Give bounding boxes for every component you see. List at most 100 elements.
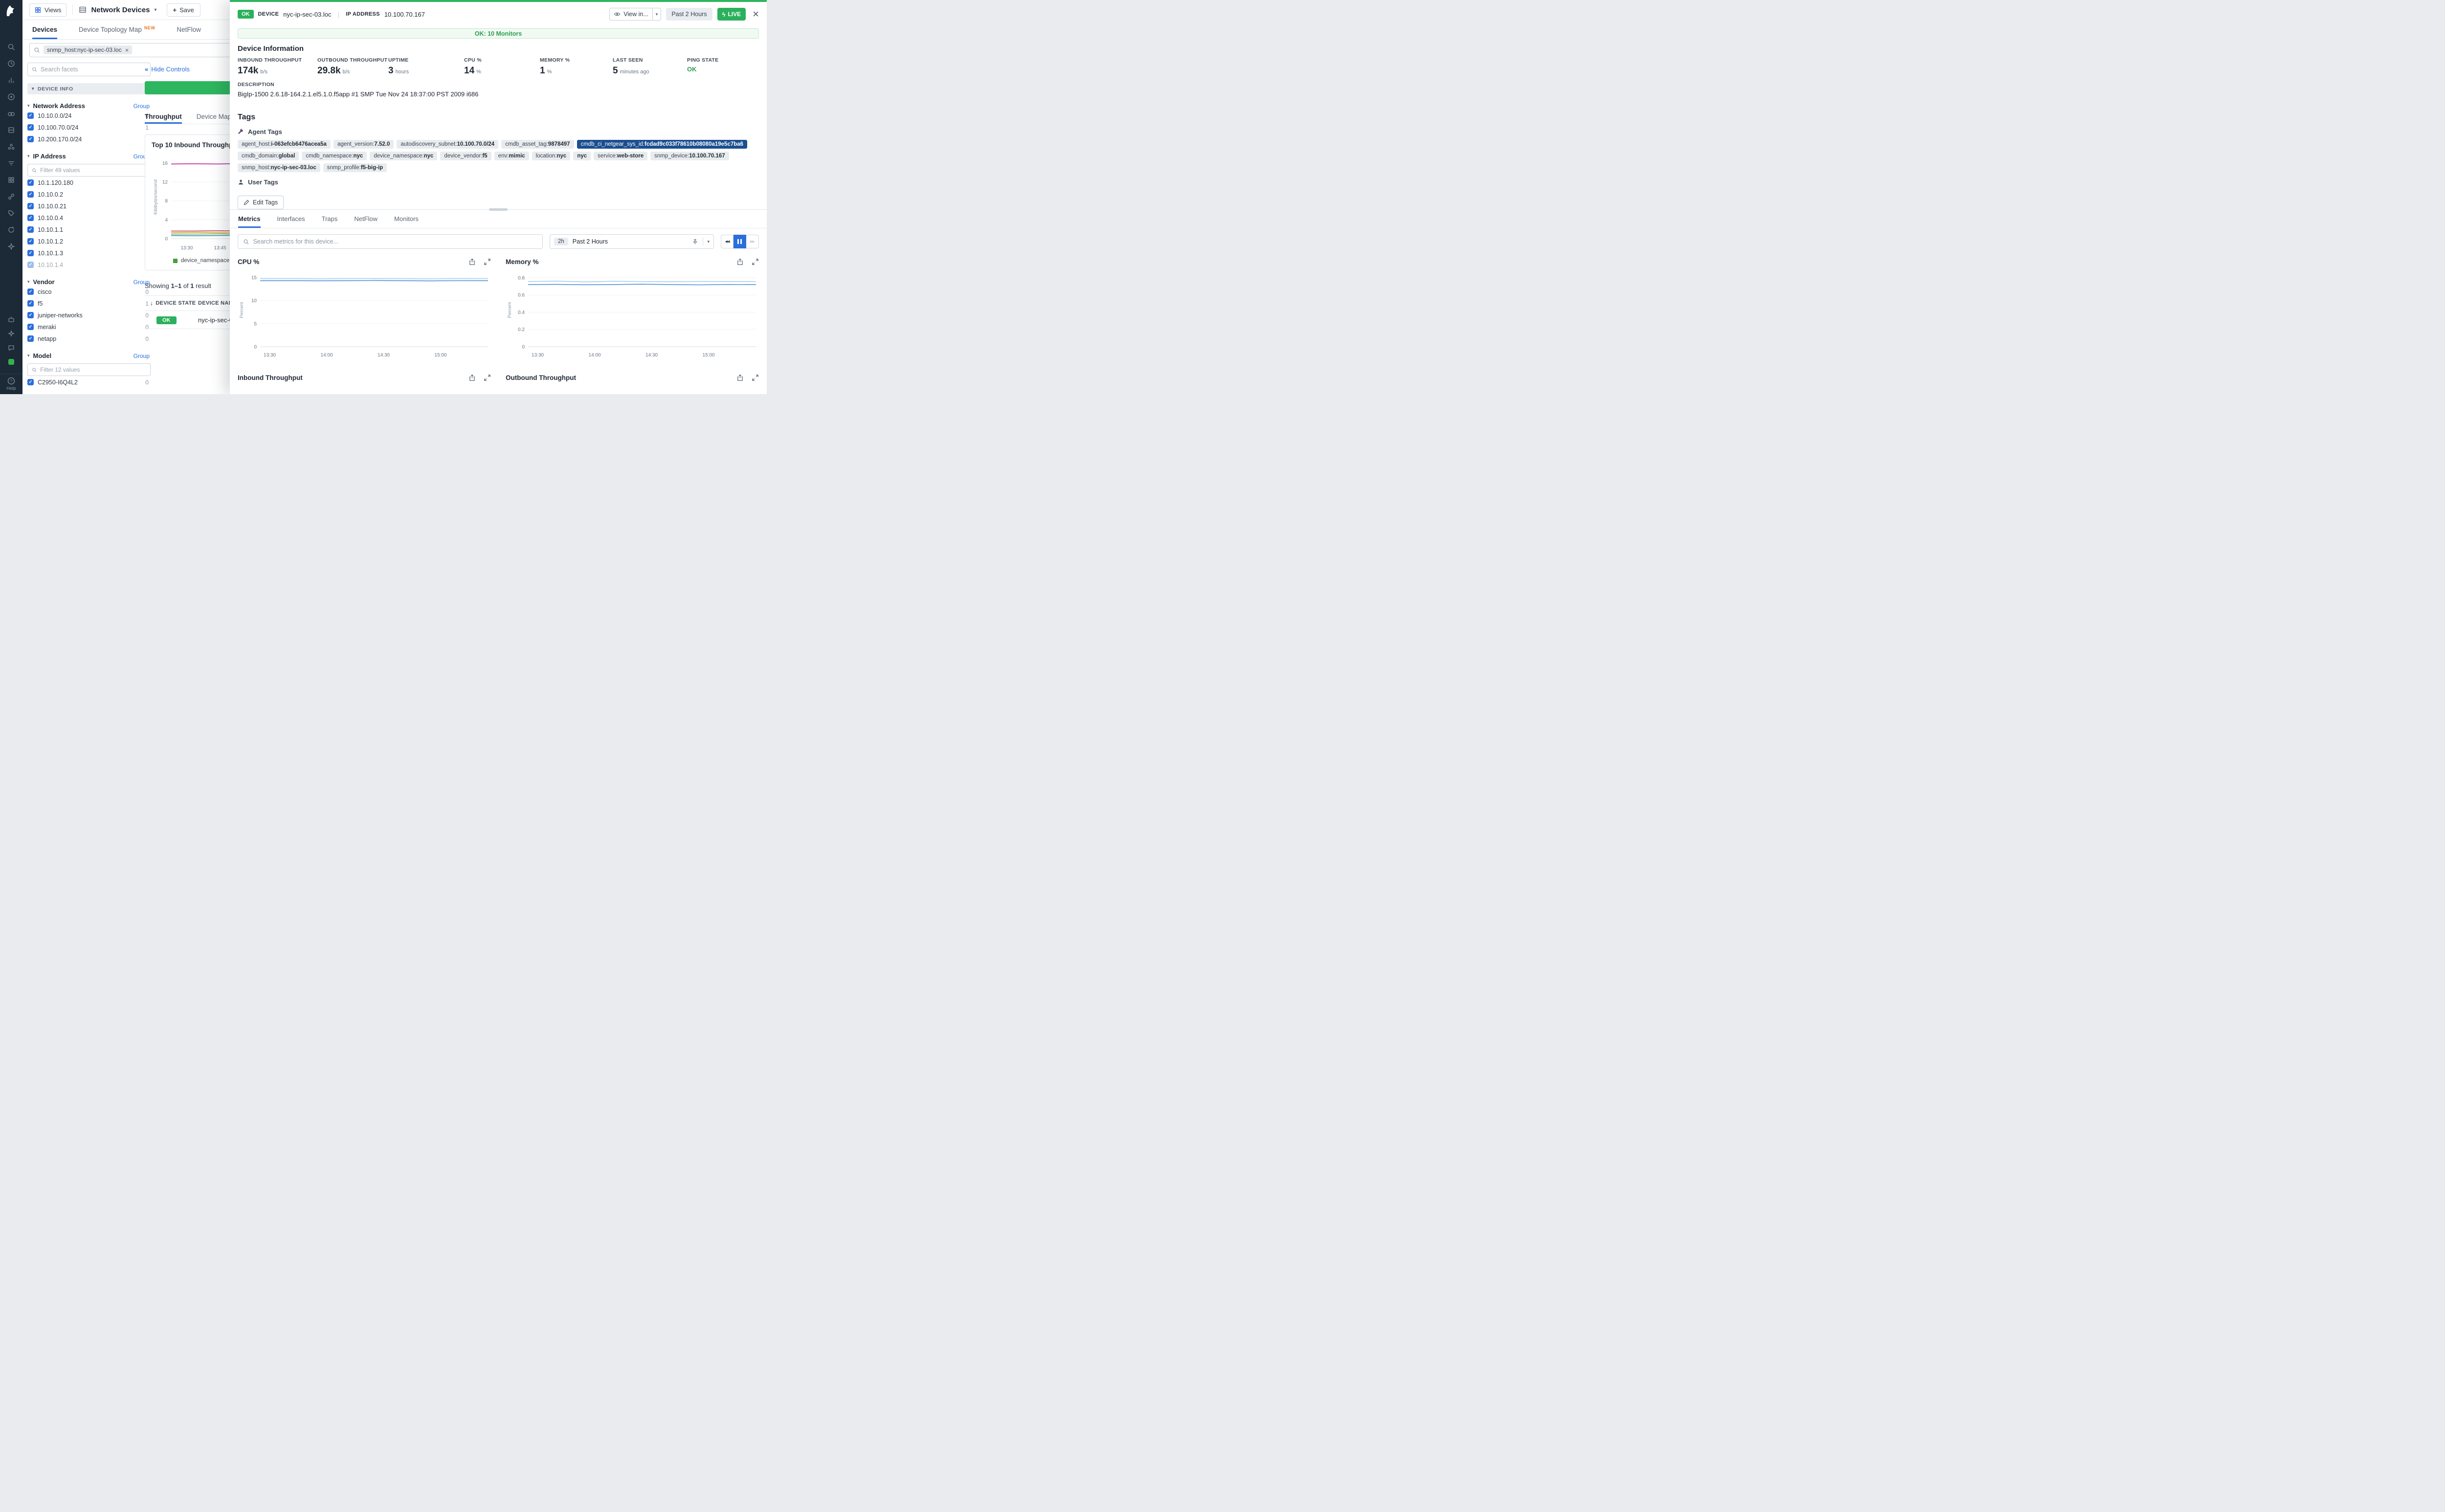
hide-controls-link[interactable]: « Hide Controls xyxy=(145,66,190,73)
export-icon[interactable] xyxy=(736,258,744,266)
time-range-chip[interactable]: Past 2 Hours xyxy=(666,8,712,21)
tag-chip[interactable]: service:web-store xyxy=(594,152,647,160)
inventory-icon[interactable] xyxy=(7,126,15,134)
export-icon[interactable] xyxy=(736,374,744,381)
tag-chip[interactable]: device_vendor:f5 xyxy=(440,152,491,160)
tag-chip[interactable]: cmdb_asset_tag:9878497 xyxy=(501,140,574,149)
help-button[interactable]: ? Help xyxy=(0,374,22,391)
facet-group-header[interactable]: ▾IP AddressGroup xyxy=(27,153,151,160)
checkbox-checked[interactable]: ✓ xyxy=(27,124,34,131)
tags-icon[interactable] xyxy=(7,209,15,217)
chevron-down-icon[interactable]: ▾ xyxy=(703,237,710,246)
facet-filter[interactable] xyxy=(27,363,151,376)
facet-search[interactable] xyxy=(27,63,151,76)
facet-item[interactable]: ✓10.10.1.30 xyxy=(27,247,151,259)
checkbox-checked[interactable]: ✓ xyxy=(27,300,34,307)
metrics-tab-monitors[interactable]: Monitors xyxy=(394,210,419,228)
tag-chip[interactable]: agent_host:i-063efcb6476acea5a xyxy=(238,140,331,149)
facet-item[interactable]: ✓10.10.1.20 xyxy=(27,236,151,247)
metrics-tab-traps[interactable]: Traps xyxy=(322,210,338,228)
facet-item[interactable]: ✓10.10.1.10 xyxy=(27,224,151,235)
facet-group-header[interactable]: ▾VendorGroup xyxy=(27,278,151,286)
filters-icon[interactable] xyxy=(7,159,15,167)
checkbox-checked[interactable]: ✓ xyxy=(27,203,34,209)
tag-chip[interactable]: snmp_device:10.100.70.167 xyxy=(650,152,729,160)
checkbox-checked[interactable]: ✓ xyxy=(27,226,34,233)
catalog-icon[interactable] xyxy=(7,176,15,184)
panel-resize-handle[interactable] xyxy=(489,208,508,211)
facet-item[interactable]: ✓f51 xyxy=(27,298,151,309)
rewind-button[interactable]: ◀◀ xyxy=(721,235,734,248)
checkbox-checked[interactable]: ✓ xyxy=(27,289,34,295)
tag-chip[interactable]: agent_version:7.52.0 xyxy=(333,140,394,149)
launcher-icon[interactable] xyxy=(7,358,15,366)
facet-item[interactable]: ✓C2950-I6Q4L20 xyxy=(27,377,151,388)
tag-chip[interactable]: cmdb_ci_netgear_sys_id:fcdad9c033f78610b… xyxy=(577,140,747,149)
checkbox-checked[interactable]: ✓ xyxy=(27,324,34,330)
tag-chip[interactable]: snmp_profile:f5-big-ip xyxy=(323,163,387,172)
insights-icon[interactable] xyxy=(7,243,15,250)
metrics-search[interactable] xyxy=(238,234,543,249)
tag-chip[interactable]: cmdb_domain:global xyxy=(238,152,299,160)
expand-icon[interactable] xyxy=(484,374,491,381)
view-in-button[interactable]: View in... ▾ xyxy=(609,8,661,21)
facet-item[interactable]: ✓10.10.0.20 xyxy=(27,189,151,200)
device-search-input[interactable]: snmp_host:nyc-ip-sec-03.loc × xyxy=(29,43,237,57)
checkbox-checked[interactable]: ✓ xyxy=(27,136,34,142)
expand-icon[interactable] xyxy=(752,258,759,266)
facet-item[interactable]: ✓meraki0 xyxy=(27,321,151,333)
facet-item[interactable]: ✓10.10.1.40 xyxy=(27,259,151,270)
facet-filter-input[interactable] xyxy=(40,366,146,373)
groups-icon[interactable] xyxy=(7,143,15,151)
explore-icon[interactable] xyxy=(7,110,15,117)
checkbox-checked[interactable]: ✓ xyxy=(27,250,34,256)
tab-devices[interactable]: Devices xyxy=(32,20,57,39)
monitors-status-banner[interactable]: OK: 10 Monitors xyxy=(238,28,759,39)
tag-chip[interactable]: nyc xyxy=(573,152,591,160)
pin-icon[interactable] xyxy=(692,239,698,245)
facet-item[interactable]: ✓10.10.0.0/240 xyxy=(27,110,151,121)
facet-filter[interactable] xyxy=(27,164,151,177)
facet-item[interactable]: ✓juniper-networks0 xyxy=(27,310,151,321)
tag-chip[interactable]: device_namespace:nyc xyxy=(370,152,437,160)
facet-item[interactable]: ✓cisco0 xyxy=(27,286,151,297)
expand-icon[interactable] xyxy=(484,258,491,266)
checkbox-checked[interactable]: ✓ xyxy=(27,112,34,119)
metrics-tab-netflow[interactable]: NetFlow xyxy=(354,210,378,228)
checkbox-checked[interactable]: ✓ xyxy=(27,312,34,318)
close-icon[interactable]: × xyxy=(753,9,759,20)
facet-item[interactable]: ✓netapp0 xyxy=(27,333,151,344)
edit-tags-button[interactable]: Edit Tags xyxy=(238,196,284,209)
checkbox-checked[interactable]: ✓ xyxy=(27,215,34,221)
facet-search-input[interactable] xyxy=(41,66,146,73)
facet-item[interactable]: ✓10.200.170.0/240 xyxy=(27,133,151,145)
metrics-tab-metrics[interactable]: Metrics xyxy=(238,210,261,228)
export-icon[interactable] xyxy=(468,258,476,266)
history-icon[interactable] xyxy=(7,60,15,67)
tag-chip[interactable]: autodiscovery_subnet:10.100.70.0/24 xyxy=(397,140,498,149)
export-icon[interactable] xyxy=(468,374,476,381)
monitors-icon[interactable] xyxy=(7,93,15,101)
pause-button[interactable] xyxy=(734,235,746,248)
metrics-icon[interactable] xyxy=(7,76,15,84)
search-icon[interactable] xyxy=(7,43,15,51)
metrics-search-input[interactable] xyxy=(253,238,537,245)
facet-item[interactable]: ✓10.10.0.210 xyxy=(27,200,151,212)
views-button[interactable]: Views xyxy=(29,3,67,17)
save-button[interactable]: + Save xyxy=(167,3,200,17)
tab-netflow[interactable]: NetFlow xyxy=(177,20,201,39)
forward-button[interactable]: ▶▶ xyxy=(746,235,759,248)
facet-item[interactable]: ✓10.1.120.1800 xyxy=(27,177,151,188)
robot-icon[interactable] xyxy=(7,315,15,323)
app-logo[interactable] xyxy=(5,4,17,20)
facet-item[interactable]: ✓10.100.70.0/241 xyxy=(27,122,151,133)
tag-chip[interactable]: env:mimic xyxy=(494,152,529,160)
tag-chip[interactable]: location:nyc xyxy=(532,152,571,160)
facet-filter-input[interactable] xyxy=(40,167,146,174)
connections-icon[interactable] xyxy=(7,193,15,200)
result-tab-throughput[interactable]: Throughput xyxy=(145,109,182,124)
tab-device-topology-map[interactable]: Device Topology MapNEW xyxy=(79,20,155,39)
chevron-down-icon[interactable]: ▾ xyxy=(652,8,661,20)
column-device-state[interactable]: ↓ DEVICE STATE xyxy=(145,300,198,307)
facet-group-header[interactable]: ▾Network AddressGroup xyxy=(27,102,151,110)
